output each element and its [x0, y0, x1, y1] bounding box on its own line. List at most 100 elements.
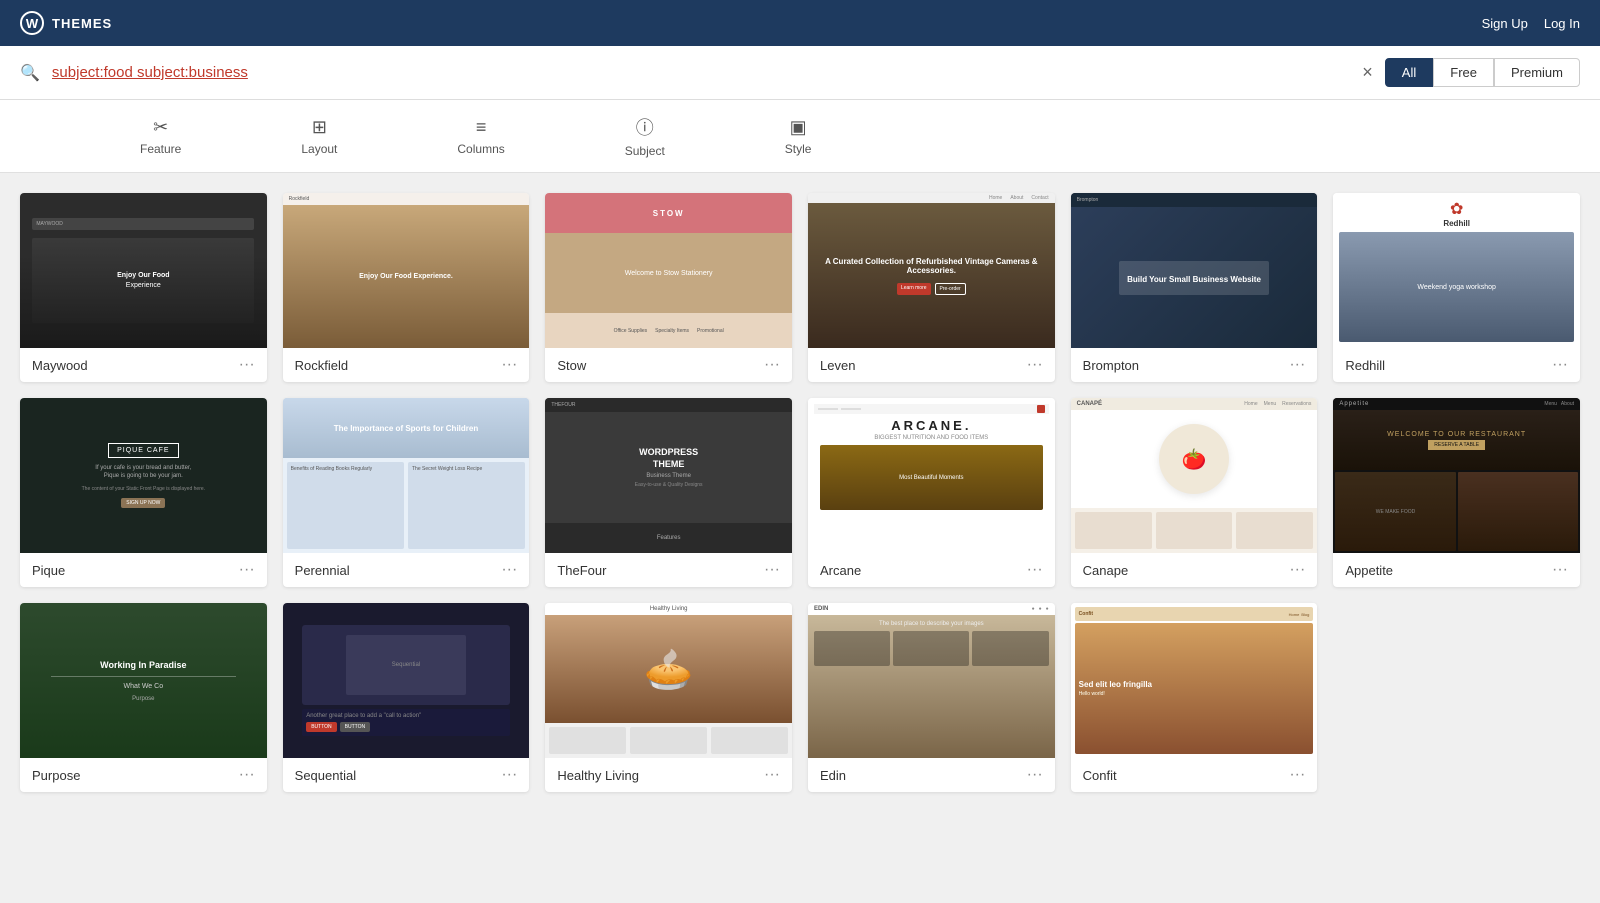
theme-footer-purpose: Purpose ··· [20, 758, 267, 792]
theme-more-thefour[interactable]: ··· [764, 561, 780, 579]
theme-footer-confit: Confit ··· [1071, 758, 1318, 792]
theme-card-purpose[interactable]: Working In Paradise What We Co Purpose P… [20, 603, 267, 792]
theme-footer-perennial: Perennial ··· [283, 553, 530, 587]
wp-logo-text: W [26, 16, 38, 31]
filter-premium-button[interactable]: Premium [1494, 58, 1580, 87]
theme-preview-thefour: THEFOUR WORDPRESSTHEME Business Theme Ea… [545, 398, 792, 553]
theme-more-leven[interactable]: ··· [1027, 356, 1043, 374]
login-link[interactable]: Log In [1544, 16, 1580, 31]
theme-preview-leven: Home About Contact A Curated Collection … [808, 193, 1055, 348]
themes-grid: MAYWOOD Enjoy Our Food Experience Maywoo… [0, 173, 1600, 812]
search-icon: 🔍 [20, 63, 40, 83]
theme-more-pique[interactable]: ··· [239, 561, 255, 579]
theme-more-maywood[interactable]: ··· [239, 356, 255, 374]
theme-more-sequential[interactable]: ··· [501, 766, 517, 784]
theme-card-healthyliving[interactable]: Healthy Living 🥧 Healthy Living ··· [545, 603, 792, 792]
theme-name-thefour: TheFour [557, 563, 606, 578]
theme-name-healthyliving: Healthy Living [557, 768, 639, 783]
theme-preview-confit: Confit Home Blog Sed elit leo fringilla … [1071, 603, 1318, 758]
theme-card-thefour[interactable]: THEFOUR WORDPRESSTHEME Business Theme Ea… [545, 398, 792, 587]
theme-card-stow[interactable]: STOW Welcome to Stow Stationery Office S… [545, 193, 792, 382]
theme-card-arcane[interactable]: ARCANE. BIGGEST NUTRITION AND FOOD ITEMS… [808, 398, 1055, 587]
filter-tabs: ✂ Feature ⊞ Layout ≡ Columns ⓘ Subject ▣… [0, 100, 1600, 173]
header-title: THEMES [52, 16, 112, 31]
feature-icon: ✂ [153, 117, 168, 138]
theme-footer-edin: Edin ··· [808, 758, 1055, 792]
theme-name-appetite: Appetite [1345, 563, 1393, 578]
theme-more-perennial[interactable]: ··· [501, 561, 517, 579]
header-right: Sign Up Log In [1482, 16, 1580, 31]
wp-logo: W [20, 11, 44, 35]
theme-name-arcane: Arcane [820, 563, 861, 578]
theme-preview-redhill: ✿ Redhill Weekend yoga workshop [1333, 193, 1580, 348]
clear-search-button[interactable]: × [1362, 62, 1373, 83]
theme-card-rockfield[interactable]: Rockfield Enjoy Our Food Experience. Roc… [283, 193, 530, 382]
columns-icon: ≡ [476, 117, 487, 138]
theme-more-stow[interactable]: ··· [764, 356, 780, 374]
theme-card-confit[interactable]: Confit Home Blog Sed elit leo fringilla … [1071, 603, 1318, 792]
theme-preview-pique: PIQUE CAFE If your cafe is your bread an… [20, 398, 267, 553]
theme-card-maywood[interactable]: MAYWOOD Enjoy Our Food Experience Maywoo… [20, 193, 267, 382]
theme-card-edin[interactable]: EDIN ● ● ● The best place to describe yo… [808, 603, 1055, 792]
theme-card-brompton[interactable]: Brompton Build Your Small Business Websi… [1071, 193, 1318, 382]
theme-preview-brompton: Brompton Build Your Small Business Websi… [1071, 193, 1318, 348]
theme-card-appetite[interactable]: Appetite Menu About WELCOME TO OUR RESTA… [1333, 398, 1580, 587]
filter-all-button[interactable]: All [1385, 58, 1433, 87]
theme-footer-rockfield: Rockfield ··· [283, 348, 530, 382]
search-input[interactable] [52, 64, 1350, 81]
theme-name-brompton: Brompton [1083, 358, 1139, 373]
theme-card-pique[interactable]: PIQUE CAFE If your cafe is your bread an… [20, 398, 267, 587]
subject-icon: ⓘ [636, 114, 654, 140]
theme-preview-rockfield: Rockfield Enjoy Our Food Experience. [283, 193, 530, 348]
tab-subject-label: Subject [625, 144, 665, 158]
filter-free-button[interactable]: Free [1433, 58, 1494, 87]
theme-preview-appetite: Appetite Menu About WELCOME TO OUR RESTA… [1333, 398, 1580, 553]
theme-more-rockfield[interactable]: ··· [501, 356, 517, 374]
theme-more-brompton[interactable]: ··· [1289, 356, 1305, 374]
theme-preview-sequential: Sequential Another great place to add a … [283, 603, 530, 758]
theme-footer-pique: Pique ··· [20, 553, 267, 587]
theme-preview-arcane: ARCANE. BIGGEST NUTRITION AND FOOD ITEMS… [808, 398, 1055, 553]
tab-columns[interactable]: ≡ Columns [397, 103, 564, 170]
theme-name-rockfield: Rockfield [295, 358, 348, 373]
theme-name-stow: Stow [557, 358, 586, 373]
theme-preview-purpose: Working In Paradise What We Co Purpose [20, 603, 267, 758]
tab-feature[interactable]: ✂ Feature [80, 103, 241, 170]
header: W THEMES Sign Up Log In [0, 0, 1600, 46]
theme-more-appetite[interactable]: ··· [1552, 561, 1568, 579]
theme-footer-appetite: Appetite ··· [1333, 553, 1580, 587]
theme-more-purpose[interactable]: ··· [239, 766, 255, 784]
theme-preview-edin: EDIN ● ● ● The best place to describe yo… [808, 603, 1055, 758]
theme-card-sequential[interactable]: Sequential Another great place to add a … [283, 603, 530, 792]
header-left: W THEMES [20, 11, 112, 35]
tab-style[interactable]: ▣ Style [725, 103, 872, 170]
theme-name-leven: Leven [820, 358, 855, 373]
tab-subject[interactable]: ⓘ Subject [565, 100, 725, 172]
theme-more-redhill[interactable]: ··· [1552, 356, 1568, 374]
theme-more-canape[interactable]: ··· [1289, 561, 1305, 579]
theme-more-arcane[interactable]: ··· [1027, 561, 1043, 579]
style-icon: ▣ [790, 117, 807, 138]
theme-footer-maywood: Maywood ··· [20, 348, 267, 382]
theme-preview-healthyliving: Healthy Living 🥧 [545, 603, 792, 758]
signup-link[interactable]: Sign Up [1482, 16, 1528, 31]
theme-name-sequential: Sequential [295, 768, 356, 783]
theme-footer-canape: Canape ··· [1071, 553, 1318, 587]
tab-layout-label: Layout [301, 142, 337, 156]
theme-card-canape[interactable]: CANAPÉ Home Menu Reservations 🍅 Canape [1071, 398, 1318, 587]
tab-layout[interactable]: ⊞ Layout [241, 103, 397, 170]
theme-footer-arcane: Arcane ··· [808, 553, 1055, 587]
theme-footer-brompton: Brompton ··· [1071, 348, 1318, 382]
theme-footer-healthyliving: Healthy Living ··· [545, 758, 792, 792]
theme-more-edin[interactable]: ··· [1027, 766, 1043, 784]
theme-more-healthyliving[interactable]: ··· [764, 766, 780, 784]
theme-card-perennial[interactable]: The Importance of Sports for Children Be… [283, 398, 530, 587]
theme-more-confit[interactable]: ··· [1289, 766, 1305, 784]
search-bar: 🔍 × All Free Premium [0, 46, 1600, 100]
theme-preview-stow: STOW Welcome to Stow Stationery Office S… [545, 193, 792, 348]
theme-name-purpose: Purpose [32, 768, 80, 783]
theme-card-redhill[interactable]: ✿ Redhill Weekend yoga workshop Redhill … [1333, 193, 1580, 382]
theme-preview-canape: CANAPÉ Home Menu Reservations 🍅 [1071, 398, 1318, 553]
theme-name-pique: Pique [32, 563, 65, 578]
theme-card-leven[interactable]: Home About Contact A Curated Collection … [808, 193, 1055, 382]
